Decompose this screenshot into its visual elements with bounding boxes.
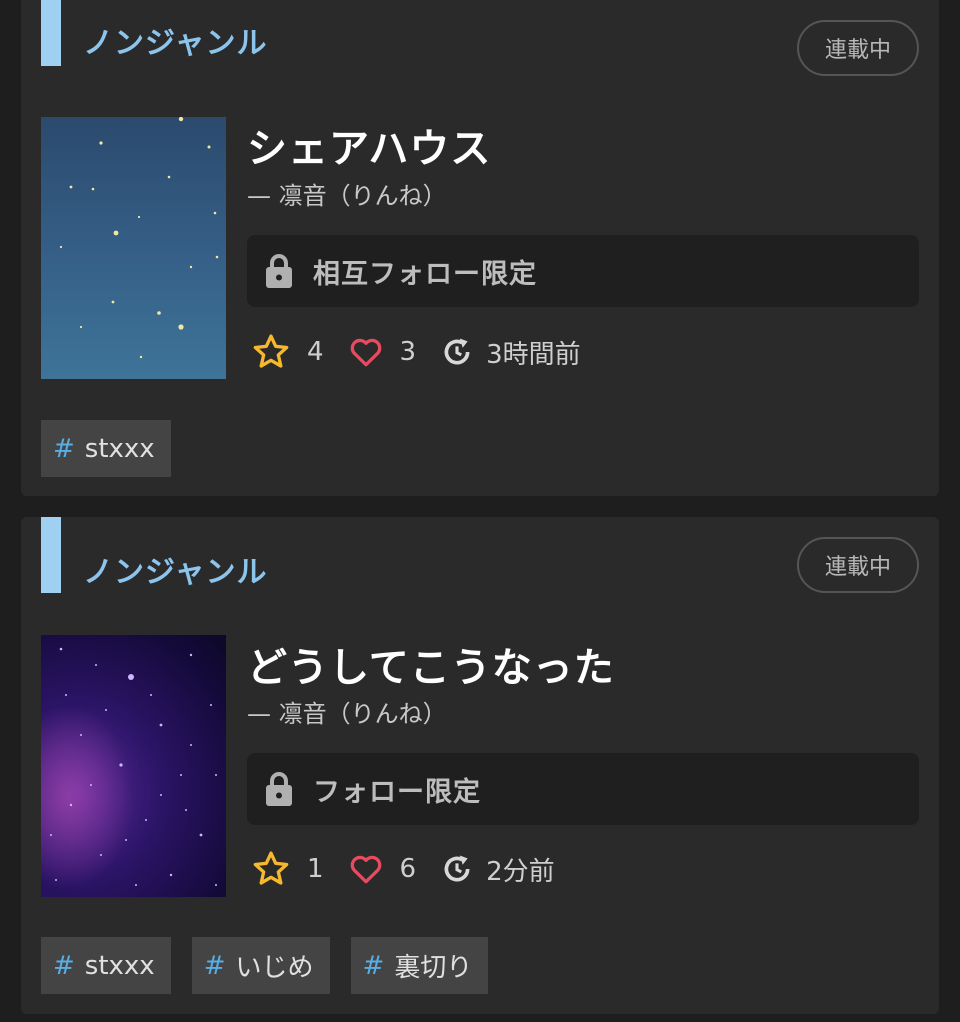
tag-list: # stxxx # いじめ # 裏切り <box>41 937 489 994</box>
author-name[interactable]: — 凛音（りんね） <box>247 694 447 729</box>
tag-chip[interactable]: # stxxx <box>41 937 171 994</box>
starry-sky-illustration <box>59 117 219 359</box>
tag-label: stxxx <box>84 950 155 981</box>
genre-accent-bar <box>41 517 61 593</box>
tag-chip[interactable]: # いじめ <box>191 937 330 994</box>
like-count: 3 <box>399 337 417 367</box>
restriction-notice: 相互フォロー限定 <box>247 235 919 307</box>
work-card[interactable]: ノンジャンル 連載中 シェアハウス — 凛音（りんね） 相互フォロー限定 4 3… <box>21 0 939 496</box>
updated-time: 2分前 <box>486 856 555 887</box>
star-icon[interactable] <box>251 332 291 372</box>
work-stats: 1 6 2分前 <box>251 847 555 891</box>
hash-icon: # <box>203 950 226 981</box>
history-icon <box>444 338 470 365</box>
lock-icon <box>266 772 292 806</box>
work-title[interactable]: どうしてこうなった <box>247 635 615 693</box>
hash-icon: # <box>362 950 385 981</box>
cover-image[interactable] <box>41 635 226 897</box>
star-count: 1 <box>307 854 324 884</box>
tag-list: # stxxx <box>41 420 171 477</box>
tag-label: いじめ <box>235 953 314 983</box>
status-badge: 連載中 <box>797 537 919 593</box>
tag-chip[interactable]: # stxxx <box>41 420 171 477</box>
hash-icon: # <box>53 433 75 464</box>
restriction-notice: フォロー限定 <box>247 753 919 825</box>
status-badge: 連載中 <box>797 20 919 76</box>
genre-label[interactable]: ノンジャンル <box>83 547 268 591</box>
updated-time: 3時間前 <box>486 339 581 370</box>
heart-icon[interactable] <box>348 851 384 887</box>
like-count: 6 <box>399 854 417 884</box>
history-icon <box>444 855 470 882</box>
tag-chip[interactable]: # 裏切り <box>350 937 489 994</box>
genre-label[interactable]: ノンジャンル <box>83 18 268 62</box>
lock-icon <box>266 254 292 288</box>
heart-icon[interactable] <box>348 334 384 370</box>
work-title[interactable]: シェアハウス <box>247 116 491 174</box>
hash-icon: # <box>53 950 75 981</box>
tag-label: stxxx <box>84 433 155 464</box>
genre-accent-bar <box>41 0 61 66</box>
cover-image[interactable] <box>41 117 226 379</box>
restriction-label: フォロー限定 <box>313 776 481 808</box>
galaxy-illustration <box>41 635 226 897</box>
star-count: 4 <box>307 337 324 367</box>
work-card[interactable]: ノンジャンル 連載中 どうしてこうなった — 凛音（りんね） フォロー限定 1 … <box>21 517 939 1014</box>
work-stats: 4 3 3時間前 <box>251 330 581 374</box>
author-name[interactable]: — 凛音（りんね） <box>247 176 447 211</box>
tag-label: 裏切り <box>394 953 473 983</box>
restriction-label: 相互フォロー限定 <box>313 258 537 290</box>
star-icon[interactable] <box>251 849 291 889</box>
